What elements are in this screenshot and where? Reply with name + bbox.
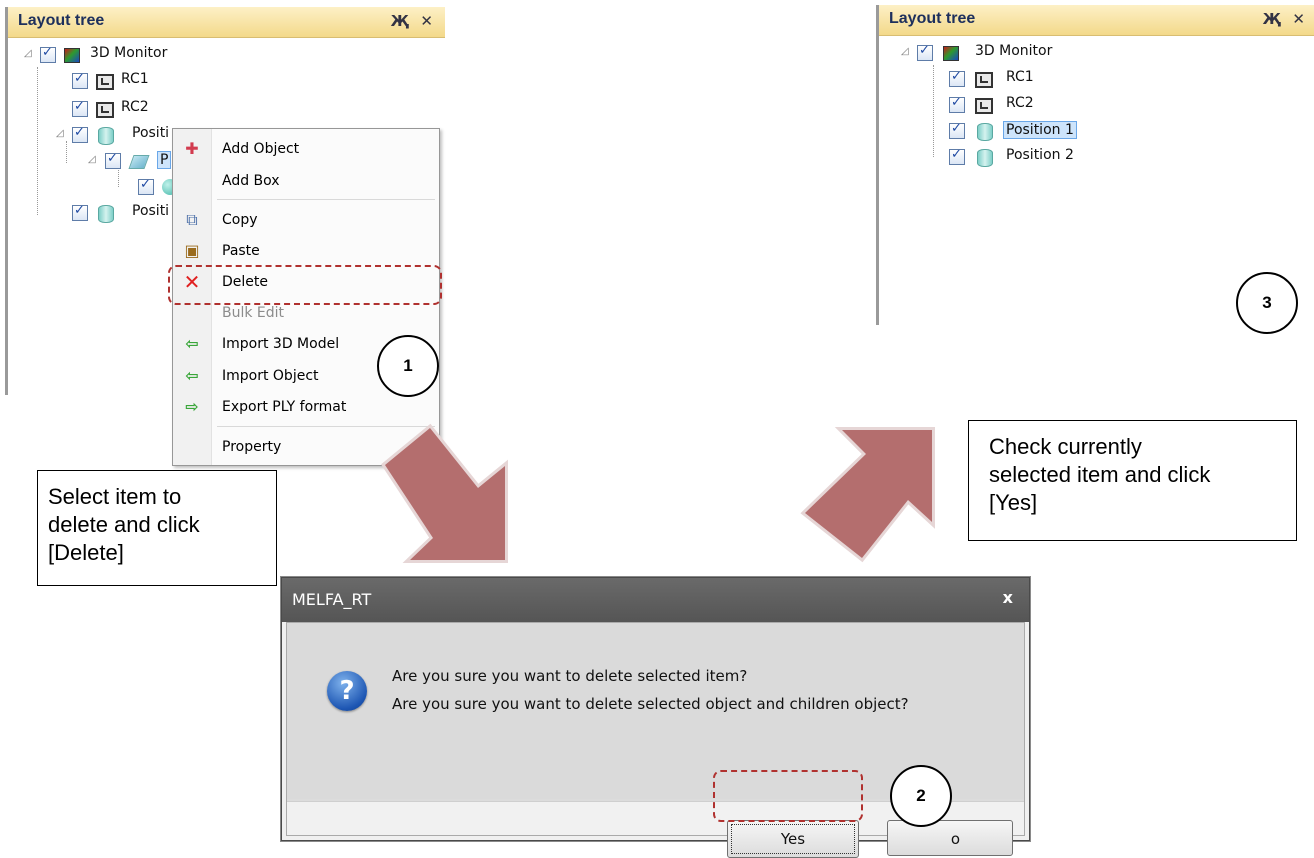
robot-controller-icon <box>975 72 993 88</box>
tree-item-rc2[interactable]: RC2 <box>899 93 1199 117</box>
checkbox[interactable] <box>949 95 965 113</box>
tree-item-rc1[interactable]: RC1 <box>899 67 1199 91</box>
robot-controller-icon <box>975 98 993 114</box>
dialog-close-icon[interactable]: x <box>1003 588 1013 607</box>
step-3-marker: 3 <box>1236 272 1298 334</box>
tree-item-label: RC1 <box>1006 69 1034 85</box>
callout-check-yes: Check currently selected item and click … <box>968 420 1297 541</box>
cylinder-icon <box>977 149 993 167</box>
tree-item-label: Position 2 <box>1006 147 1074 163</box>
pin-icon[interactable]: Җ <box>1263 10 1281 28</box>
tree-item-label-selected: Position 1 <box>1003 121 1077 139</box>
yes-highlight <box>713 770 863 822</box>
tree-item-3d-monitor[interactable]: ◿ 3D Monitor <box>899 41 1199 65</box>
dialog-title-bar: MELFA_RT x <box>282 578 1029 622</box>
panel-header: Layout tree Җ ✕ <box>879 5 1314 36</box>
checkbox[interactable] <box>949 121 965 139</box>
panel-title: Layout tree <box>889 10 976 27</box>
dialog-message-line-1: Are you sure you want to delete selected… <box>392 667 748 685</box>
no-button[interactable]: o <box>887 820 1013 856</box>
checkbox[interactable] <box>949 69 965 87</box>
checkbox[interactable] <box>917 43 933 61</box>
close-icon[interactable]: ✕ <box>1292 10 1305 28</box>
monitor-icon <box>943 46 959 61</box>
tree-item-label: RC2 <box>1006 95 1034 111</box>
step-2-marker: 2 <box>890 765 952 827</box>
question-icon: ? <box>327 671 367 711</box>
dialog-message-line-2: Are you sure you want to delete selected… <box>392 695 909 713</box>
tree-item-position-1[interactable]: Position 1 <box>899 119 1199 143</box>
arrow-up-right <box>800 427 935 563</box>
checkbox[interactable] <box>949 147 965 165</box>
tree-item-position-2[interactable]: Position 2 <box>899 145 1199 169</box>
tree-item-label: 3D Monitor <box>975 43 1053 59</box>
yes-button[interactable]: Yes <box>727 820 859 858</box>
dialog-title: MELFA_RT <box>292 590 372 609</box>
expand-triangle-icon[interactable]: ◿ <box>901 46 909 57</box>
arrow-down-right <box>381 423 508 563</box>
cylinder-icon <box>977 123 993 141</box>
